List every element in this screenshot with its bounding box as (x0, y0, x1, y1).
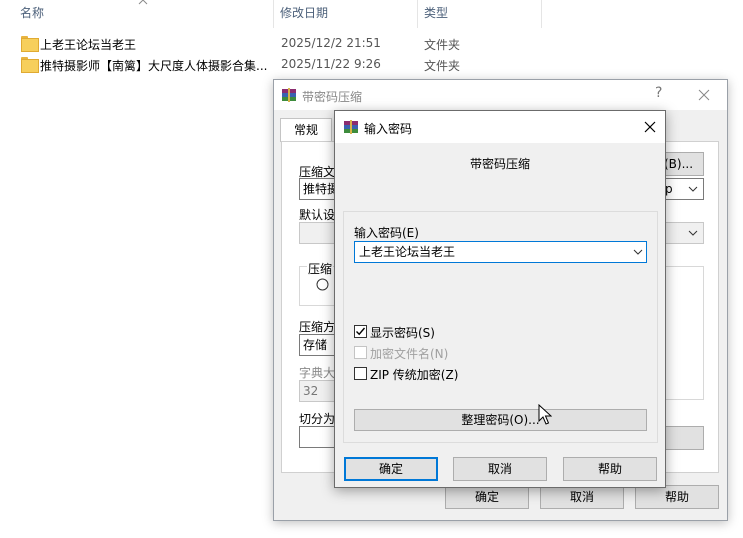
show-password-label[interactable]: 显示密码(S) (370, 324, 435, 341)
file-name: 上老王论坛当老王 (40, 38, 137, 52)
file-type: 文件夹 (424, 59, 461, 73)
default-profile-label: 默认设 (299, 208, 336, 222)
title-bar: 带密码压缩 ? (274, 80, 727, 110)
password-input[interactable]: 上老王论坛当老王 (354, 241, 647, 263)
default-profile-select[interactable] (299, 222, 339, 244)
folder-icon (21, 57, 39, 73)
options-group-right (662, 266, 704, 400)
dialog-title: 带密码压缩 (302, 90, 363, 104)
password-value: 上老王论坛当老王 (359, 245, 456, 259)
compress-group-label: 压缩 (307, 260, 334, 277)
password-label: 输入密码(E) (354, 226, 419, 240)
winrar-icon (282, 88, 296, 102)
sort-ascending-icon (138, 0, 148, 5)
mouse-cursor-icon (538, 404, 552, 425)
show-password-checkbox[interactable] (354, 325, 367, 338)
split-field[interactable] (299, 426, 339, 448)
close-icon[interactable] (644, 121, 656, 133)
title-bar: 输入密码 (335, 111, 665, 143)
format-select-value: p (665, 182, 673, 196)
encrypt-filenames-checkbox[interactable] (354, 346, 367, 359)
zip-legacy-checkbox[interactable] (354, 367, 367, 380)
file-name: 推特摄影师【南篱】大尺度人体摄影合集... (40, 59, 268, 73)
cancel-button[interactable]: 取消 (540, 485, 624, 509)
file-type: 文件夹 (424, 38, 461, 52)
options-right-button[interactable] (662, 426, 704, 450)
encrypt-filenames-label: 加密文件名(N) (370, 347, 449, 361)
file-row[interactable]: 推特摄影师【南篱】大尺度人体摄影合集... 2025/11/22 9:26 文件… (0, 54, 560, 76)
winrar-icon (344, 120, 358, 134)
folder-icon (21, 36, 39, 52)
dialog-title: 输入密码 (364, 122, 413, 136)
split-label: 切分为 (299, 412, 336, 426)
browse-button[interactable]: (B)... (662, 152, 704, 176)
chevron-down-icon (688, 186, 698, 192)
password-dialog: 输入密码 带密码压缩 输入密码(E) 上老王论坛当老王 显示密码(S) 加密文件… (334, 110, 666, 488)
cancel-button[interactable]: 取消 (453, 457, 547, 481)
close-icon[interactable] (698, 89, 710, 101)
column-header-date[interactable]: 修改日期 (274, 0, 416, 28)
chevron-down-icon (688, 230, 698, 236)
radio-button[interactable] (316, 278, 329, 291)
dictionary-label: 字典大 (299, 366, 336, 380)
help-button[interactable]: 帮助 (635, 485, 719, 509)
zip-legacy-label[interactable]: ZIP 传统加密(Z) (370, 366, 458, 383)
archive-name-field[interactable]: 推特摄 (299, 178, 339, 200)
method-select[interactable]: 存储 (299, 334, 339, 356)
organize-passwords-button[interactable]: 整理密码(O)... (354, 409, 647, 431)
file-row[interactable]: 上老王论坛当老王 2025/12/2 21:51 文件夹 (0, 33, 560, 55)
password-group: 输入密码(E) 上老王论坛当老王 显示密码(S) 加密文件名(N) ZIP 传统… (343, 211, 658, 443)
ok-button[interactable]: 确定 (344, 457, 438, 481)
tab-general[interactable]: 常规 (280, 118, 332, 142)
chevron-down-icon[interactable] (633, 247, 643, 257)
column-separator[interactable] (541, 0, 542, 28)
help-button[interactable]: 帮助 (563, 457, 657, 481)
check-icon (356, 327, 366, 336)
file-date: 2025/11/22 9:26 (281, 57, 381, 71)
column-header-type[interactable]: 类型 (418, 0, 540, 28)
dictionary-select[interactable]: 32 (299, 380, 339, 402)
ok-button[interactable]: 确定 (445, 485, 529, 509)
dialog-heading: 带密码压缩 (469, 157, 530, 171)
method-label: 压缩方 (299, 320, 336, 334)
help-title-button[interactable]: ? (655, 85, 662, 101)
file-date: 2025/12/2 21:51 (281, 36, 381, 50)
